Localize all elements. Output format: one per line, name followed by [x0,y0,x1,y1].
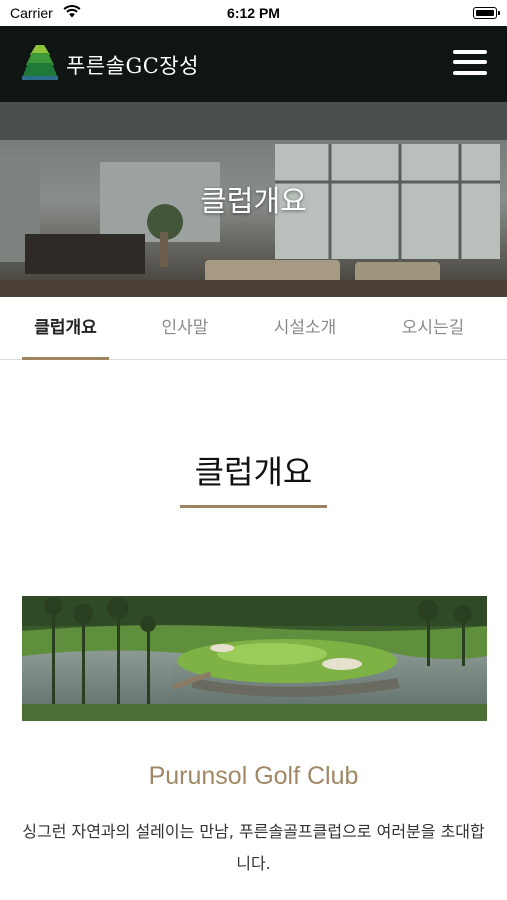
club-name: Purunsol Golf Club [148,762,359,790]
tab-facilities[interactable]: 시설소개 [258,297,352,359]
battery-icon [473,7,500,19]
intro-text: 싱그런 자연과의 설레이는 만남, 푸른솔골프클럽으로 여러분을 초대합니다. [22,822,485,873]
clock: 6:12 PM [227,5,280,21]
tab-club-overview[interactable]: 클럽개요 [22,297,109,360]
tab-directions[interactable]: 오시는길 [385,297,481,359]
hamburger-menu-icon[interactable] [453,48,487,76]
pine-tree-logo-icon [22,43,58,81]
golf-course-photo [22,596,487,721]
logo-text[interactable]: 푸른솔GC장성 [66,50,199,80]
title-underline [180,505,327,508]
hero-banner: 클럽개요 [0,102,507,297]
hero-title: 클럽개요 [200,184,307,218]
status-bar: Carrier 6:12 PM [0,0,507,26]
tab-bar: 클럽개요 인사말 시설소개 오시는길 [0,297,507,360]
section-title: 클럽개요 [194,453,313,491]
tab-greeting[interactable]: 인사말 [143,297,227,359]
app-header: 푸른솔GC장성 [0,26,507,102]
